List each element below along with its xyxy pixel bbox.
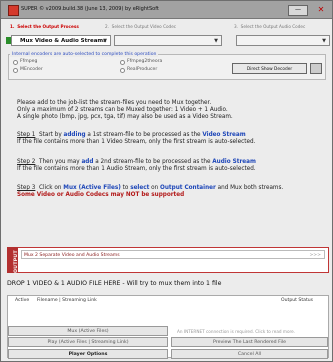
encoder-group-title: Internal encoders are auto-selected to c…	[10, 52, 159, 57]
column-output-status[interactable]: Output Status	[281, 298, 313, 303]
drop-zone-label: DROP 1 VIDEO & 1 AUDIO FILE HERE - Will …	[7, 280, 222, 287]
step-2-note: If the file contains more than 1 Audio S…	[17, 166, 256, 172]
radio-mencoder-label: MEncoder	[20, 67, 43, 72]
close-button[interactable]: ✕	[315, 5, 327, 15]
chevron-down-icon: ▼	[322, 38, 326, 44]
chevron-down-icon: ▼	[103, 38, 107, 44]
step-2-text: Step 2 Then you may add a 2nd stream-fil…	[17, 159, 256, 165]
output-side-label: OUTPUT	[7, 247, 19, 273]
codec-warning: Some Video or Audio Codecs may NOT be su…	[17, 192, 185, 198]
radio-ffmpeg-label: Ffmpeg	[20, 59, 38, 64]
column-filename[interactable]: Filename | Streaming Link	[37, 298, 97, 303]
app-icon	[8, 5, 19, 16]
video-codec-select[interactable]: ▼	[114, 35, 222, 46]
settings-icon[interactable]	[310, 63, 322, 74]
minimize-button[interactable]: —	[288, 5, 308, 16]
preview-last-rendered-button[interactable]: Preview The Last Rendered File	[171, 337, 328, 347]
column-active[interactable]: Active	[15, 298, 29, 303]
step-3-text: Step 3 Click on Mux (Active Files) to se…	[17, 185, 284, 191]
step-1-text: Step 1 Start by adding a 1st stream-file…	[17, 132, 246, 138]
internet-note[interactable]: An INTERNET connection is required. Clic…	[177, 329, 295, 334]
window-title: SUPER © v2009.build.38 (June 13, 2009) b…	[21, 6, 159, 12]
info-line-3: A single photo (bmp, jpg, pcx, tga, tif)…	[17, 114, 233, 120]
step-1-note: If the file contains more than 1 Video S…	[17, 139, 256, 145]
radio-ffmpeg[interactable]	[13, 60, 18, 65]
cancel-all-button[interactable]: Cancel All	[171, 349, 328, 359]
direct-show-decoder-button[interactable]: Direct Show Decoder	[232, 63, 307, 74]
step-2-header: 2. Select the Output Video Codec	[105, 24, 177, 29]
step-3-header: 3. Select the Output Audio Codec	[234, 24, 306, 29]
radio-mencoder[interactable]	[13, 68, 18, 73]
output-filename-field[interactable]: Mux 2 Separate Video and Audio Streams >…	[21, 250, 325, 259]
chevron-down-icon: ▼	[214, 38, 218, 44]
radio-ffmpeg2theora-label: Ffmpeg2theora	[127, 59, 163, 64]
info-line-2: Only a maximum of 2 streams can be Muxed…	[17, 107, 228, 113]
app-window: SUPER © v2009.build.38 (June 13, 2009) b…	[0, 0, 333, 362]
step-1-header: 1. Select the Output Process	[10, 24, 79, 29]
output-process-select[interactable]: Mux Video & Audio Streams ▼	[11, 35, 111, 46]
radio-ffmpeg2theora[interactable]	[120, 60, 125, 65]
more-options-button[interactable]: >>>	[309, 251, 321, 260]
mux-active-files-button[interactable]: Mux (Active Files)	[8, 326, 168, 336]
play-active-files-button[interactable]: Play (Active Files | Streaming Link)	[8, 337, 168, 347]
audio-codec-select[interactable]: ▼	[236, 35, 330, 46]
radio-realproducer[interactable]	[120, 68, 125, 73]
radio-realproducer-label: RealProducer	[127, 67, 158, 72]
player-options-button[interactable]: Player Options	[8, 349, 168, 359]
title-bar: SUPER © v2009.build.38 (June 13, 2009) b…	[1, 1, 332, 19]
info-line-1: Please add to the job-list the stream-fi…	[17, 100, 212, 106]
